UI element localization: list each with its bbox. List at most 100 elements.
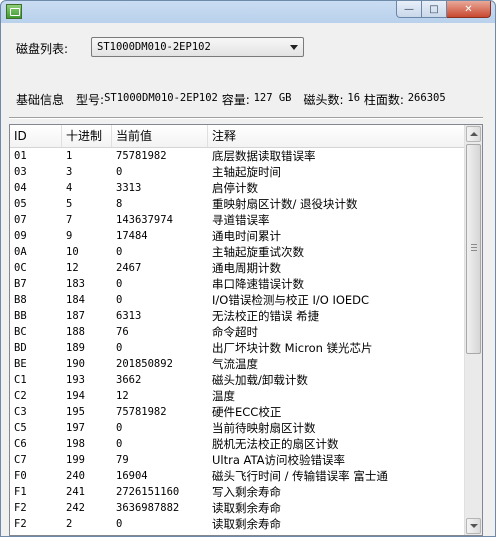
table-row[interactable]: 03 3 0 主轴起旋时间 [10, 164, 464, 180]
capacity-label: 容量: [221, 93, 250, 107]
cell-id: BB [14, 310, 27, 322]
cell-note: 主轴起旋时间 [212, 165, 281, 179]
column-header-current[interactable]: 当前值 [112, 125, 208, 147]
maximize-button[interactable]: □ [422, 1, 447, 18]
cell-decimal: 195 [66, 406, 85, 418]
cell-id: F0 [14, 470, 27, 482]
disk-info-bar: 基础信息 型号: ST1000DM010-2EP102 容量: 127 GB 磁… [16, 91, 446, 108]
cell-decimal: 1 [66, 150, 73, 162]
table-row[interactable]: BE 190 201850892 气流温度 [10, 356, 464, 372]
cell-decimal: 2 [66, 518, 73, 530]
table-row[interactable]: C5 197 0 当前待映射扇区计数 [10, 420, 464, 436]
cylinders-label: 柱面数: [363, 93, 404, 107]
window-controls: — □ ✕ [396, 1, 491, 19]
cell-current: 75781982 [116, 150, 167, 162]
smart-attributes-list[interactable]: ID 十进制 当前值 注释 01 1 75781982 底层数据读取错误率 03 3 0 主轴… [9, 124, 483, 536]
cell-current: 8 [116, 198, 123, 210]
cell-decimal: 5 [66, 198, 73, 210]
table-row[interactable]: F2 242 3636987882 读取剩余寿命 [10, 500, 464, 516]
table-row[interactable]: F0 240 16904 磁头飞行时间 / 传输错误率 富士通 [10, 468, 464, 484]
cell-id: F1 [14, 486, 27, 498]
cell-decimal: 4 [66, 182, 73, 194]
cell-id: 0A [14, 246, 27, 258]
table-row[interactable]: 01 1 75781982 底层数据读取错误率 [10, 148, 464, 164]
disk-list-label: 磁盘列表: [16, 42, 69, 56]
cell-decimal: 240 [66, 470, 85, 482]
cell-current: 76 [116, 326, 129, 338]
cell-note: 命令超时 [212, 325, 258, 339]
close-button[interactable]: ✕ [447, 1, 491, 18]
cell-note: 读取剩余寿命 [212, 501, 281, 515]
info-section-label: 基础信息 [16, 93, 65, 107]
column-header-note[interactable]: 注释 [208, 125, 464, 147]
scroll-up-icon[interactable] [466, 126, 481, 142]
cell-id: 0C [14, 262, 27, 274]
cell-note: 脱机无法校正的扇区计数 [212, 437, 339, 451]
table-row[interactable]: 0A 10 0 主轴起旋重试次数 [10, 244, 464, 260]
maximize-icon: □ [429, 3, 439, 15]
table-row[interactable]: C3 195 75781982 硬件ECC校正 [10, 404, 464, 420]
cell-id: F2 [14, 502, 27, 514]
cell-id: C5 [14, 422, 27, 434]
heads-value: 16 [347, 92, 361, 104]
table-row[interactable]: 0C 12 2467 通电周期计数 [10, 260, 464, 276]
cell-decimal: 188 [66, 326, 85, 338]
cell-decimal: 199 [66, 454, 85, 466]
cell-decimal: 193 [66, 374, 85, 386]
cell-decimal: 9 [66, 230, 73, 242]
cell-note: 气流温度 [212, 357, 258, 371]
scroll-down-icon[interactable] [466, 518, 481, 534]
cell-current: 3636987882 [116, 502, 180, 514]
table-row[interactable]: BB 187 6313 无法校正的错误 希捷 [10, 308, 464, 324]
disk-select-value: ST1000DM010-2EP102 [97, 41, 211, 53]
cell-note: 启停计数 [212, 181, 258, 195]
cell-decimal: 189 [66, 342, 85, 354]
table-row[interactable]: 04 4 3313 启停计数 [10, 180, 464, 196]
table-row[interactable]: BD 189 0 出厂坏块计数 Micron 镁光芯片 [10, 340, 464, 356]
cell-current: 143637974 [116, 214, 173, 226]
cell-current: 0 [116, 342, 123, 354]
scroll-thumb[interactable] [466, 144, 481, 354]
list-rows: 01 1 75781982 底层数据读取错误率 03 3 0 主轴起旋时间 04 4 3313 启停计… [10, 148, 464, 532]
cell-decimal: 242 [66, 502, 85, 514]
cell-note: 磁头飞行时间 / 传输错误率 富士通 [212, 469, 388, 483]
table-row[interactable]: 07 7 143637974 寻道错误率 [10, 212, 464, 228]
table-row[interactable]: C7 199 79 Ultra ATA访问校验错误率 [10, 452, 464, 468]
app-icon [6, 4, 22, 19]
cell-note: I/O错误检测与校正 I/O IOEDC [212, 293, 370, 307]
minimize-button[interactable]: — [396, 1, 422, 18]
cell-id: BC [14, 326, 27, 338]
cell-note: 无法校正的错误 希捷 [212, 309, 320, 323]
cell-note: 底层数据读取错误率 [212, 149, 316, 163]
table-row[interactable]: B8 184 0 I/O错误检测与校正 I/O IOEDC [10, 292, 464, 308]
cell-note: 寻道错误率 [212, 213, 270, 227]
column-header-decimal[interactable]: 十进制 [62, 125, 112, 147]
model-value: ST1000DM010-2EP102 [104, 92, 218, 104]
disk-select[interactable]: ST1000DM010-2EP102 [91, 37, 304, 57]
cell-id: 03 [14, 166, 27, 178]
cell-id: 04 [14, 182, 27, 194]
column-header-id[interactable]: ID [10, 125, 62, 147]
cell-current: 2726151160 [116, 486, 180, 498]
table-row[interactable]: B7 183 0 串口降速错误计数 [10, 276, 464, 292]
cell-current: 75781982 [116, 406, 167, 418]
table-row[interactable]: BC 188 76 命令超时 [10, 324, 464, 340]
cell-id: F2 [14, 518, 27, 530]
cell-note: Ultra ATA访问校验错误率 [212, 453, 346, 467]
table-row[interactable]: C2 194 12 温度 [10, 388, 464, 404]
title-bar[interactable]: — □ ✕ [1, 1, 495, 23]
cell-id: B8 [14, 294, 27, 306]
cell-note: 主轴起旋重试次数 [212, 245, 304, 259]
cell-decimal: 10 [66, 246, 79, 258]
cell-current: 17484 [116, 230, 148, 242]
cell-decimal: 12 [66, 262, 79, 274]
cell-decimal: 198 [66, 438, 85, 450]
table-row[interactable]: C1 193 3662 磁头加载/卸载计数 [10, 372, 464, 388]
table-row[interactable]: C6 198 0 脱机无法校正的扇区计数 [10, 436, 464, 452]
table-row[interactable]: 05 5 8 重映射扇区计数/ 退役块计数 [10, 196, 464, 212]
table-row[interactable]: F2 2 0 读取剩余寿命 [10, 516, 464, 532]
vertical-scrollbar[interactable] [464, 125, 482, 535]
table-row[interactable]: 09 9 17484 通电时间累计 [10, 228, 464, 244]
table-row[interactable]: F1 241 2726151160 写入剩余寿命 [10, 484, 464, 500]
cell-current: 3313 [116, 182, 142, 194]
